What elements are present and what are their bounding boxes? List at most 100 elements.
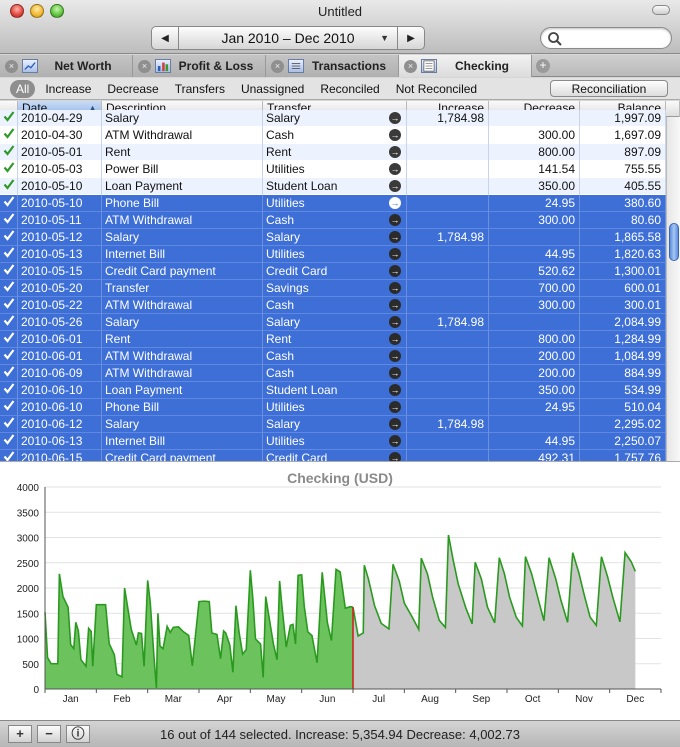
reconciled-cell[interactable]	[0, 195, 18, 212]
reconciled-cell[interactable]	[0, 348, 18, 365]
reconciled-cell[interactable]	[0, 263, 18, 280]
scrollbar-thumb[interactable]	[669, 223, 679, 261]
table-row[interactable]: 2010-05-11 ATM Withdrawal Cash → 300.00 80.60	[0, 212, 666, 229]
go-to-account-icon[interactable]: →	[389, 452, 401, 461]
go-to-account-icon[interactable]: →	[389, 350, 401, 362]
reconciled-cell[interactable]	[0, 399, 18, 416]
next-period-button[interactable]: ▶	[397, 26, 425, 50]
toolbar-toggle-button[interactable]	[652, 5, 670, 15]
table-scrollbar[interactable]	[666, 117, 680, 461]
table-row[interactable]: 2010-06-10 Phone Bill Utilities → 24.95 510.0…	[0, 399, 666, 416]
table-row[interactable]: 2010-05-15 Credit Card payment Credit Card…	[0, 263, 666, 280]
filter-transfers[interactable]: Transfers	[175, 82, 225, 96]
reconciled-cell[interactable]	[0, 110, 18, 127]
table-row[interactable]: 2010-05-01 Rent Rent → 800.00 897.09	[0, 144, 666, 161]
go-to-account-icon[interactable]: →	[389, 129, 401, 141]
table-row[interactable]: 2010-05-10 Loan Payment Student Loan → 350.0…	[0, 178, 666, 195]
table-row[interactable]: 2010-05-22 ATM Withdrawal Cash → 300.00 300.0…	[0, 297, 666, 314]
reconciled-cell[interactable]	[0, 229, 18, 246]
reconciled-cell[interactable]	[0, 178, 18, 195]
reconciled-cell[interactable]	[0, 127, 18, 144]
close-tab-icon[interactable]: ×	[138, 59, 151, 73]
go-to-account-icon[interactable]: →	[389, 180, 401, 192]
filter-increase[interactable]: Increase	[45, 82, 91, 96]
go-to-account-icon[interactable]: →	[389, 333, 401, 345]
reconciled-cell[interactable]	[0, 246, 18, 263]
table-row[interactable]: 2010-05-20 Transfer Savings → 700.00 600.01	[0, 280, 666, 297]
table-row[interactable]: 2010-06-13 Internet Bill Utilities → 44.95 2,…	[0, 433, 666, 450]
transfer-cell-text: Salary	[266, 417, 301, 431]
go-to-account-icon[interactable]: →	[389, 214, 401, 226]
add-tab-button[interactable]: +	[536, 59, 550, 73]
close-tab-icon[interactable]: ×	[271, 59, 284, 73]
go-to-account-icon[interactable]: →	[389, 197, 401, 209]
reconciled-cell[interactable]	[0, 365, 18, 382]
reconciled-cell[interactable]	[0, 161, 18, 178]
reconciled-cell[interactable]	[0, 280, 18, 297]
tab-checking[interactable]: × Checking	[399, 55, 532, 77]
close-tab-icon[interactable]: ×	[5, 59, 18, 73]
balance-cell-text: 80.60	[630, 213, 661, 227]
table-row[interactable]: 2010-04-29 Salary Salary → 1,784.98 1,997.09	[0, 110, 666, 127]
go-to-account-icon[interactable]: →	[389, 401, 401, 413]
go-to-account-icon[interactable]: →	[389, 163, 401, 175]
go-to-account-icon[interactable]: →	[389, 231, 401, 243]
close-tab-icon[interactable]: ×	[404, 59, 417, 73]
table-row[interactable]: 2010-06-01 Rent Rent → 800.00 1,284.99	[0, 331, 666, 348]
reconciled-cell[interactable]	[0, 433, 18, 450]
reconciliation-button[interactable]: Reconciliation	[550, 80, 668, 97]
date-cell: 2010-06-01	[18, 331, 102, 348]
reconciled-cell[interactable]	[0, 297, 18, 314]
transfer-cell: Salary →	[263, 416, 407, 433]
table-row[interactable]: 2010-06-12 Salary Salary → 1,784.98 2,295.02	[0, 416, 666, 433]
go-to-account-icon[interactable]: →	[389, 112, 401, 124]
table-row[interactable]: 2010-04-30 ATM Withdrawal Cash → 300.00 1,697…	[0, 127, 666, 144]
go-to-account-icon[interactable]: →	[389, 299, 401, 311]
go-to-account-icon[interactable]: →	[389, 265, 401, 277]
reconciled-cell[interactable]	[0, 450, 18, 461]
previous-period-button[interactable]: ◀	[151, 26, 179, 50]
reconciled-cell[interactable]	[0, 314, 18, 331]
table-row[interactable]: 2010-06-10 Loan Payment Student Loan → 350.0…	[0, 382, 666, 399]
x-tick-label: Jul	[372, 694, 385, 705]
reconciled-cell[interactable]	[0, 144, 18, 161]
search-input[interactable]	[565, 30, 665, 46]
filter-not-reconciled[interactable]: Not Reconciled	[396, 82, 477, 96]
table-row[interactable]: 2010-06-09 ATM Withdrawal Cash → 200.00 884.9…	[0, 365, 666, 382]
reconciled-cell[interactable]	[0, 331, 18, 348]
go-to-account-icon[interactable]: →	[389, 435, 401, 447]
tab-transactions[interactable]: × Transactions	[266, 55, 399, 77]
go-to-account-icon[interactable]: →	[389, 282, 401, 294]
decrease-cell: 300.00	[489, 127, 580, 144]
filter-decrease[interactable]: Decrease	[107, 82, 158, 96]
go-to-account-icon[interactable]: →	[389, 146, 401, 158]
date-cell-text: 2010-06-09	[21, 366, 83, 380]
tab-profit-loss[interactable]: × Profit & Loss	[133, 55, 266, 77]
y-tick-label: 4000	[17, 483, 40, 494]
table-row[interactable]: 2010-06-15 Credit Card payment Credit Card…	[0, 450, 666, 461]
remove-transaction-button[interactable]: −	[37, 725, 61, 743]
filter-unassigned[interactable]: Unassigned	[241, 82, 304, 96]
table-row[interactable]: 2010-05-10 Phone Bill Utilities → 24.95 380.6…	[0, 195, 666, 212]
reconciled-cell[interactable]	[0, 382, 18, 399]
date-range-select[interactable]: Jan 2010 – Dec 2010 ▼	[179, 26, 397, 50]
table-row[interactable]: 2010-05-26 Salary Salary → 1,784.98 2,084.99	[0, 314, 666, 331]
go-to-account-icon[interactable]: →	[389, 418, 401, 430]
table-row[interactable]: 2010-05-13 Internet Bill Utilities → 44.95 1,…	[0, 246, 666, 263]
reconciled-cell[interactable]	[0, 416, 18, 433]
go-to-account-icon[interactable]: →	[389, 367, 401, 379]
tab-net-worth[interactable]: × Net Worth	[0, 55, 133, 77]
info-button[interactable]: ⓘ	[66, 725, 90, 743]
transfer-cell: Cash →	[263, 297, 407, 314]
filter-all[interactable]: All	[10, 79, 36, 98]
go-to-account-icon[interactable]: →	[389, 384, 401, 396]
go-to-account-icon[interactable]: →	[389, 248, 401, 260]
add-transaction-button[interactable]: +	[8, 725, 32, 743]
go-to-account-icon[interactable]: →	[389, 316, 401, 328]
decrease-cell: 200.00	[489, 365, 580, 382]
filter-reconciled[interactable]: Reconciled	[320, 82, 379, 96]
table-row[interactable]: 2010-05-12 Salary Salary → 1,784.98 1,865.58	[0, 229, 666, 246]
reconciled-cell[interactable]	[0, 212, 18, 229]
table-row[interactable]: 2010-05-03 Power Bill Utilities → 141.54 755.…	[0, 161, 666, 178]
table-row[interactable]: 2010-06-01 ATM Withdrawal Cash → 200.00 1,084…	[0, 348, 666, 365]
